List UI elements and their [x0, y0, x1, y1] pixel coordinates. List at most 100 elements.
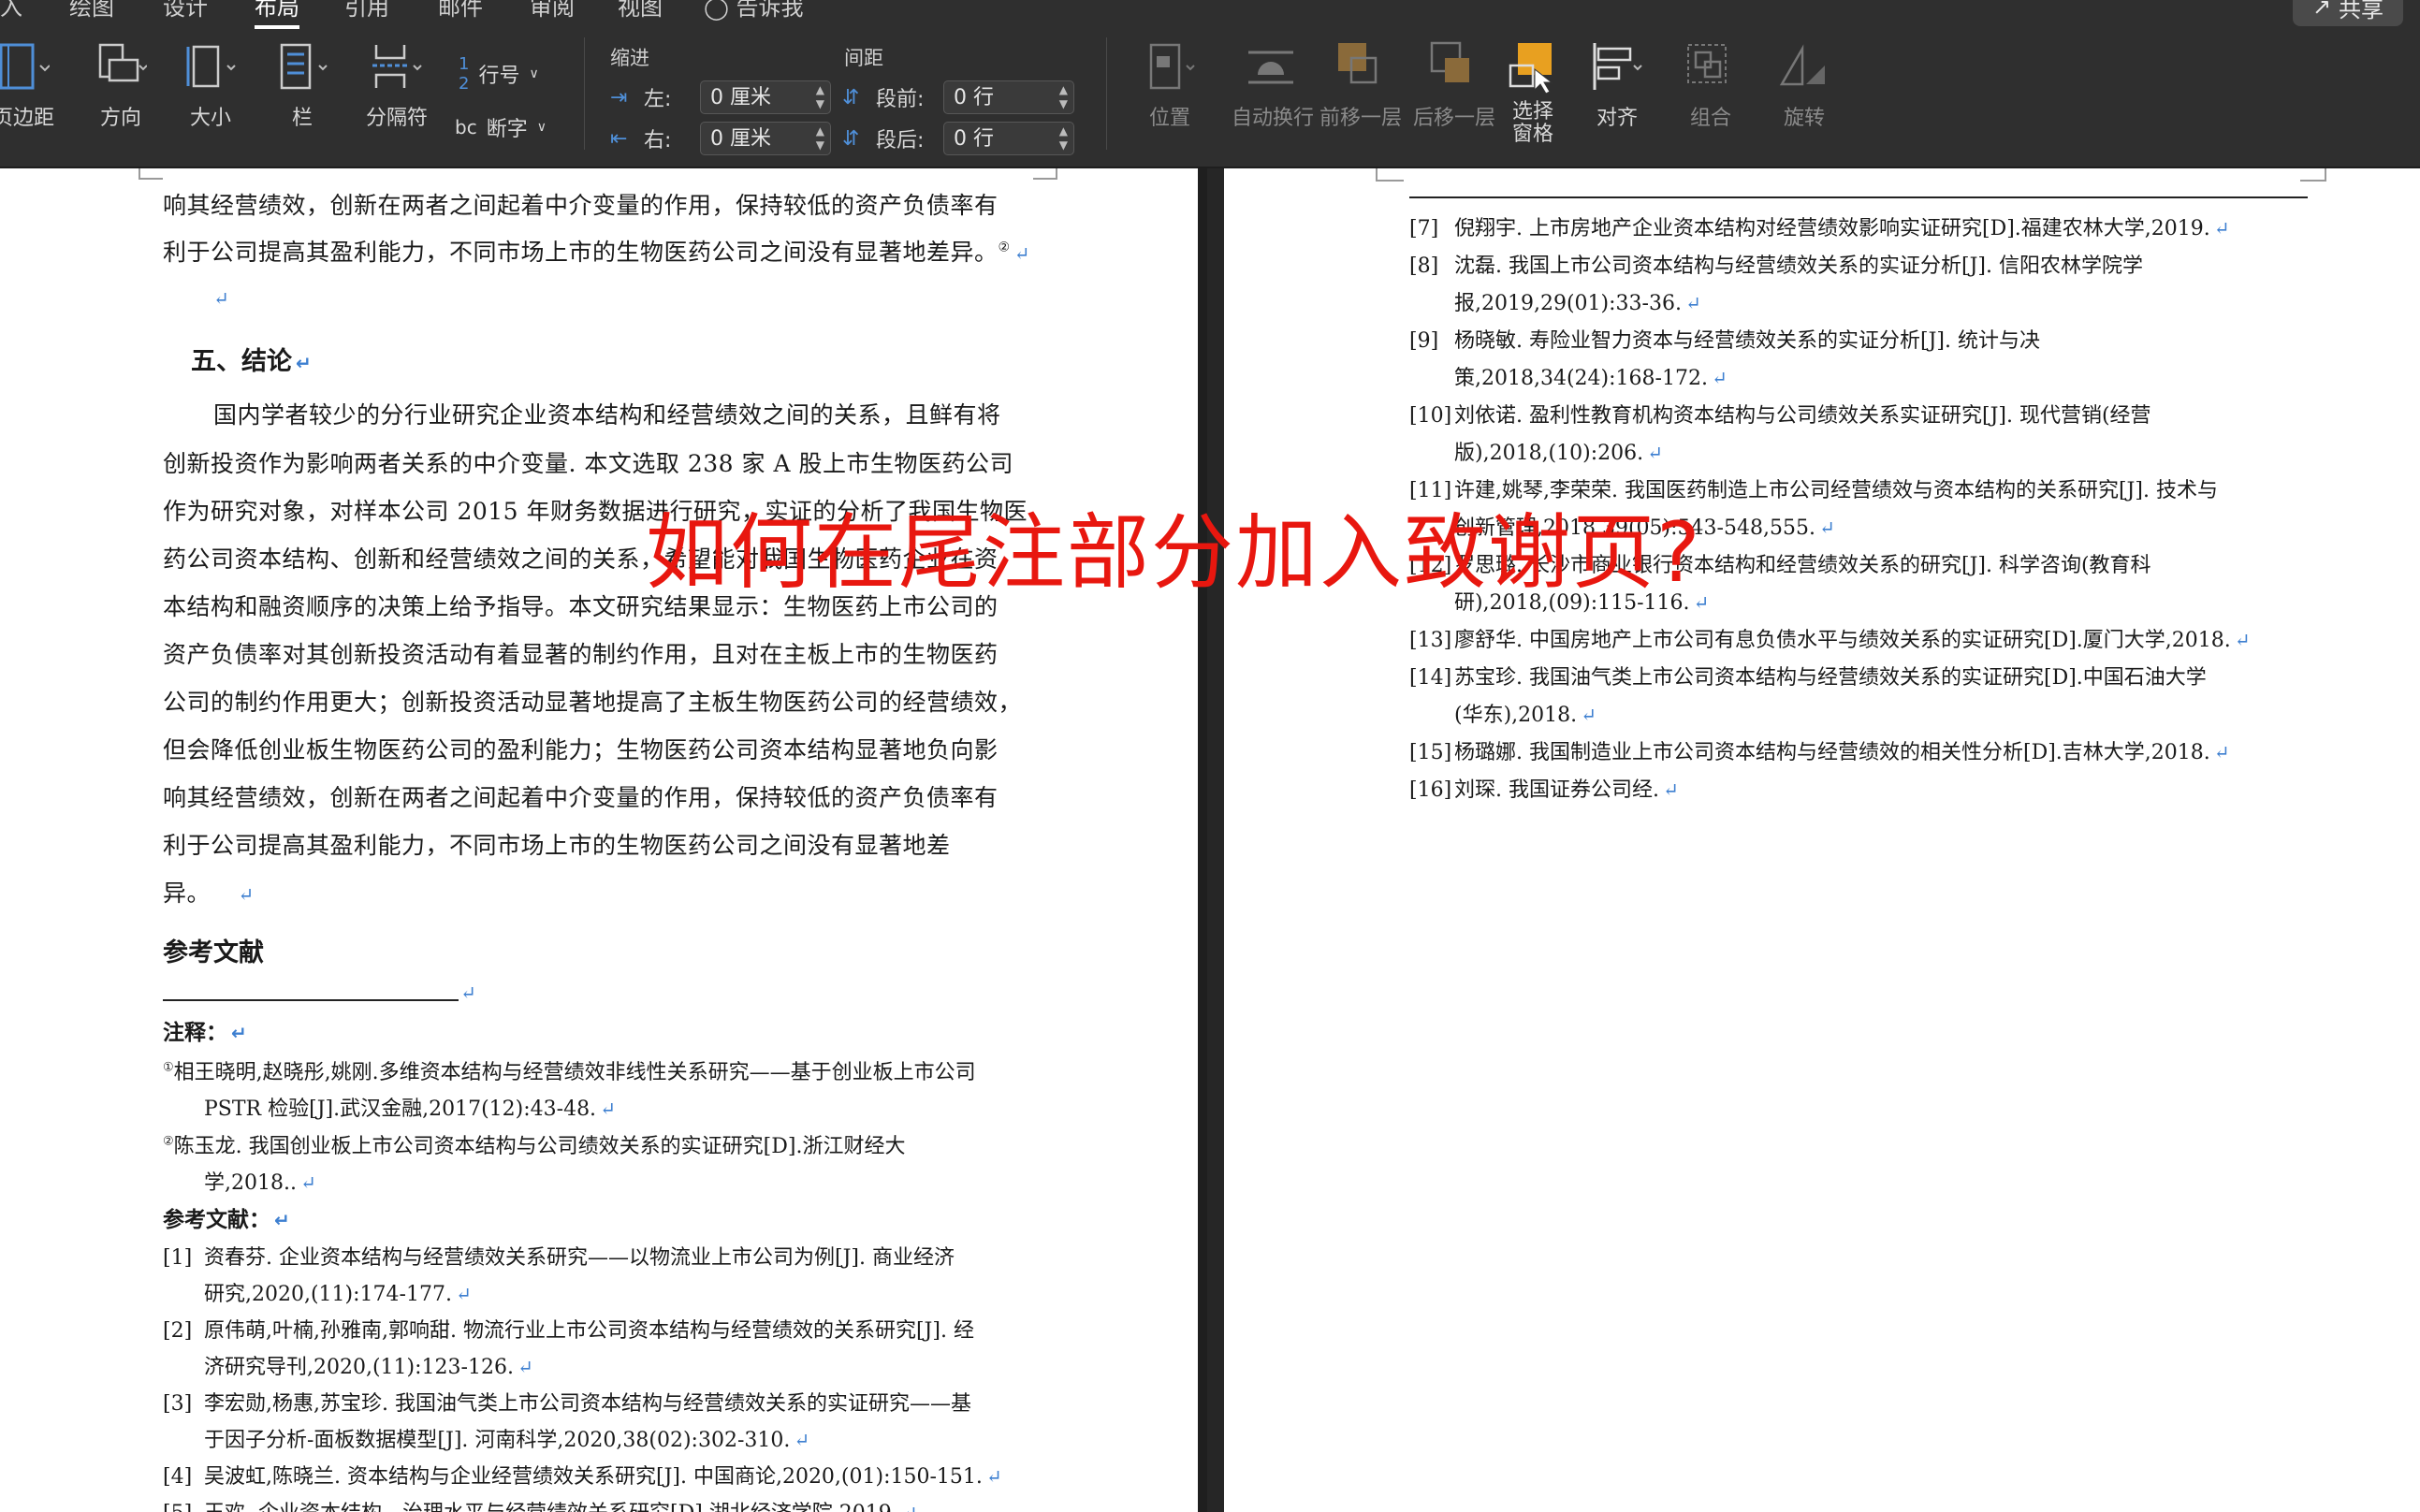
send-backward-label: 后移一层	[1412, 107, 1495, 130]
reference-item: [13] 廖舒华. 中国房地产上市公司有息负债水平与绩效关系的实证研究[D].厦门…	[1409, 623, 2251, 653]
wrap-text-button[interactable]: 自动换行	[1217, 41, 1329, 131]
reference-text: 报,2019,29(01):33-36.	[1454, 292, 1682, 315]
reference-item: [8] 沈磊. 我国上市公司资本结构与经营绩效关系的实证分析[J]. 信阳农林学院…	[1409, 249, 2143, 279]
send-backward-button[interactable]: 后移一层	[1407, 41, 1501, 131]
breaks-button[interactable]: 分隔符	[352, 41, 442, 131]
margins-button[interactable]: 页边距	[0, 41, 66, 131]
body-text-line: 异。 ↵	[163, 875, 255, 909]
size-button[interactable]: 大小	[168, 41, 253, 131]
spacing-before-control: ⇵ 段前: 0 行 ▲ ▼	[842, 80, 1074, 114]
position-button[interactable]: 位置	[1129, 41, 1211, 131]
orientation-icon	[95, 41, 148, 94]
orientation-button[interactable]: 方向	[79, 41, 163, 131]
body-text-line: 但会降低创业板生物医药公司的盈利能力；生物医药公司资本结构显著地负向影	[163, 736, 999, 763]
spin-arrows-icon[interactable]: ▲ ▼	[816, 83, 824, 111]
indent-left-input[interactable]: 0 厘米 ▲ ▼	[700, 80, 831, 114]
indent-right-input[interactable]: 0 厘米 ▲ ▼	[700, 122, 831, 155]
note-text: 学,2018..	[204, 1171, 297, 1195]
body-text-line: 利于公司提高其盈利能力，不同市场上市的生物医药公司之间没有显著地差异。② ↵	[163, 234, 1030, 268]
spacing-before-input[interactable]: 0 行 ▲ ▼	[943, 80, 1074, 114]
lightbulb-icon: ◯	[704, 0, 729, 21]
tab-insert[interactable]: 入	[0, 0, 22, 22]
reference-text: 李宏勋,杨惠,苏宝珍. 我国油气类上市公司资本结构与经营绩效关系的实证研究——基	[204, 1392, 971, 1416]
paragraph-mark-icon: ↵	[1013, 242, 1030, 265]
align-label: 对齐	[1596, 107, 1638, 130]
indent-right-label: 右:	[644, 129, 672, 153]
note-text: PSTR 检验[J].武汉金融,2017(12):43-48.	[204, 1098, 597, 1121]
note-text: 相王晓明,赵晓彤,姚刚.多维资本结构与经营绩效非线性关系研究——基于创业板上市公…	[173, 1061, 976, 1084]
reference-text: 资春芬. 企业资本结构与经营绩效关系研究——以物流业上市公司为例[J]. 商业经…	[204, 1246, 955, 1270]
reference-text: 策,2018,34(24):168-172.	[1454, 367, 1708, 390]
section-heading-conclusion: 五、结论 ↵	[191, 341, 312, 377]
overlay-question-text: 如何在尾注部分加入致谢页?	[646, 504, 1702, 601]
reference-item: [14] 苏宝珍. 我国油气类上市公司资本结构与经营绩效关系的实证研究[D].中国…	[1409, 661, 2207, 691]
continuation-separator	[1409, 196, 2308, 198]
spacing-after-value: 0 行	[954, 127, 994, 151]
size-icon	[184, 41, 237, 94]
reference-item-cont: 于因子分析-面板数据模型[J]. 河南科学,2020,38(02):302-31…	[204, 1423, 809, 1453]
reference-item: [4] 吴波虹,陈晓兰. 资本结构与企业经营绩效关系研究[J]. 中国商论,202…	[163, 1460, 1002, 1490]
indent-left-label: 左:	[644, 88, 672, 111]
hyphenation-button[interactable]: bc 断字 ∨	[455, 112, 547, 142]
empty-paragraph: ↵	[457, 979, 476, 1005]
tab-references[interactable]: 引用	[344, 0, 389, 22]
spin-arrows-icon[interactable]: ▲ ▼	[1059, 83, 1068, 111]
footnote-reference[interactable]: ②	[999, 240, 1011, 255]
group-button[interactable]: 组合	[1669, 41, 1752, 131]
reference-item: [1] 资春芬. 企业资本结构与经营绩效关系研究——以物流业上市公司为例[J]. …	[163, 1241, 955, 1271]
reference-text: 苏宝珍. 我国油气类上市公司资本结构与经营绩效关系的实证研究[D].中国石油大学	[1454, 666, 2207, 690]
selection-pane-label-2: 窗格	[1511, 123, 1553, 146]
share-button[interactable]: ↗ 共享	[2293, 0, 2403, 26]
reference-text: 济研究导刊,2020,(11):123-126.	[204, 1356, 514, 1379]
notes-label: 注释： ↵	[163, 1014, 247, 1046]
body-text: 异。	[163, 880, 211, 907]
tab-design[interactable]: 设计	[163, 0, 208, 22]
bring-forward-label: 前移一层	[1319, 107, 1402, 130]
spacing-after-input[interactable]: 0 行 ▲ ▼	[943, 122, 1074, 155]
reference-item-cont: (华东),2018. ↵	[1454, 698, 1596, 728]
align-icon	[1591, 41, 1643, 94]
spin-arrows-icon[interactable]: ▲ ▼	[1059, 124, 1068, 153]
spin-arrows-icon[interactable]: ▲ ▼	[816, 124, 824, 153]
body-text-line: 利于公司提高其盈利能力，不同市场上市的生物医药公司之间没有显著地差	[163, 832, 951, 859]
bring-forward-button[interactable]: 前移一层	[1314, 41, 1407, 131]
reference-text: 刘依诺. 盈利性教育机构资本结构与公司绩效关系实证研究[J]. 现代营销(经营	[1454, 404, 2151, 428]
body-text-line: 创新投资作为影响两者关系的中介变量. 本文选取 238 家 A 股上市生物医药公…	[163, 450, 1013, 477]
selection-pane-button[interactable]: 选择 窗格	[1492, 41, 1574, 146]
crop-mark	[1376, 168, 1404, 182]
line-numbers-label: 行号	[478, 65, 520, 88]
paragraph-mark-icon: ↵	[231, 1022, 247, 1044]
reference-text: 沈磊. 我国上市公司资本结构与经营绩效关系的实证分析[J]. 信阳农林学院学	[1454, 254, 2143, 278]
wrap-text-icon	[1246, 41, 1299, 94]
paragraph-mark-icon: ↵	[2213, 217, 2230, 240]
spacing-after-label: 段后:	[876, 129, 925, 153]
reference-text: 杨晓敏. 寿险业智力资本与经营绩效关系的实证分析[J]. 统计与决	[1454, 329, 2040, 353]
reference-item-cont: 版),2018,(10):206. ↵	[1454, 436, 1663, 466]
margins-label: 页边距	[0, 107, 54, 130]
line-numbers-button[interactable]: 12 行号 ∨	[459, 54, 539, 94]
reference-item: [15] 杨璐娜. 我国制造业上市公司资本结构与经营绩效的相关性分析[D].吉林大…	[1409, 735, 2230, 765]
reference-text: 廖舒华. 中国房地产上市公司有息负债水平与绩效关系的实证研究[D].厦门大学,2…	[1454, 629, 2231, 652]
tab-review[interactable]: 审阅	[530, 0, 575, 22]
paragraph-mark-icon: ↵	[1684, 292, 1701, 314]
position-icon	[1144, 41, 1196, 94]
tab-draw[interactable]: 绘图	[69, 0, 114, 22]
columns-button[interactable]: 栏	[260, 41, 344, 131]
spacing-before-label: 段前:	[876, 88, 925, 111]
document-page-2[interactable]: [7] 倪翔宇. 上市房地产企业资本结构对经营绩效影响实证研究[D].福建农林大学…	[1224, 168, 2420, 1512]
spacing-title: 间距	[844, 47, 883, 69]
paragraph-mark-icon: ↵	[517, 1356, 533, 1378]
bring-forward-icon	[1334, 41, 1387, 94]
indent-right-value: 0 厘米	[710, 127, 771, 151]
reference-text: 版),2018,(10):206.	[1454, 442, 1644, 465]
document-page-1[interactable]: 响其经营绩效，创新在两者之间起着中介变量的作用，保持较低的资产负债率有 利于公司…	[0, 168, 1198, 1512]
tab-view[interactable]: 视图	[618, 0, 663, 22]
paragraph-mark-icon: ↵	[1711, 367, 1728, 389]
align-button[interactable]: 对齐	[1576, 41, 1658, 131]
body-text-line: 国内学者较少的分行业研究企业资本结构和经营绩效之间的关系，且鲜有将	[213, 401, 1001, 429]
tab-tell-me[interactable]: ◯ 告诉我	[704, 0, 804, 22]
tab-mailings[interactable]: 邮件	[438, 0, 483, 22]
reference-text: 刘琛. 我国证券公司经.	[1454, 778, 1659, 802]
rotate-button[interactable]: 旋转	[1763, 41, 1845, 131]
tab-layout[interactable]: 布局	[255, 0, 299, 29]
